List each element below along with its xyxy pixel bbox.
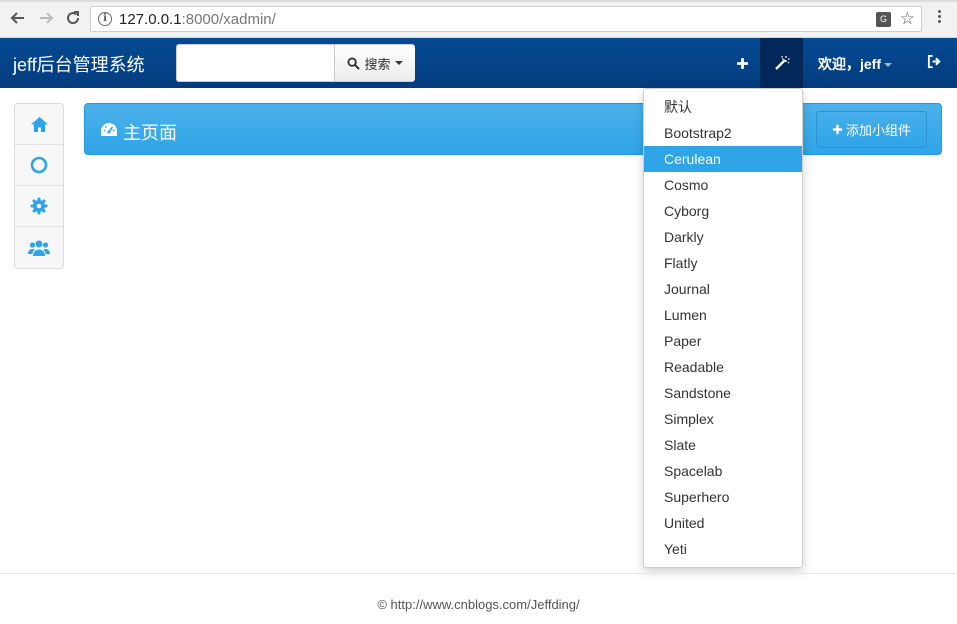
search-icon: [347, 56, 361, 70]
footer: © http://www.cnblogs.com/Jeffding/: [0, 573, 957, 624]
theme-item-readable[interactable]: Readable: [644, 354, 802, 380]
gear-icon: [30, 197, 48, 215]
theme-item-yeti[interactable]: Yeti: [644, 536, 802, 562]
theme-item-bootstrap2[interactable]: Bootstrap2: [644, 120, 802, 146]
sidebar-item-circle[interactable]: [15, 145, 63, 186]
url-text[interactable]: 127.0.0.1:8000/xadmin/: [119, 11, 276, 28]
sidebar-item-settings[interactable]: [15, 186, 63, 227]
side-nav: [14, 103, 64, 269]
forward-button[interactable]: [36, 8, 56, 28]
back-button[interactable]: [8, 8, 28, 28]
magic-wand-icon: [774, 56, 789, 70]
welcome-text: 欢迎，jeff: [818, 56, 881, 72]
footer-link[interactable]: © http://www.cnblogs.com/Jeffding/: [0, 597, 957, 612]
theme-item-superhero[interactable]: Superhero: [644, 484, 802, 510]
user-menu[interactable]: 欢迎，jeff: [818, 54, 892, 74]
add-widget-label: 添加小组件: [845, 123, 911, 138]
bookmark-star-icon[interactable]: ☆: [900, 9, 915, 29]
theme-item-cerulean[interactable]: Cerulean: [644, 146, 802, 172]
dashboard-icon: [101, 123, 117, 136]
theme-item-simplex[interactable]: Simplex: [644, 406, 802, 432]
search-label: 搜索: [364, 56, 391, 72]
info-icon[interactable]: i: [98, 12, 112, 26]
sidebar-item-users[interactable]: [15, 227, 63, 268]
theme-dropdown-menu: 默认 Bootstrap2 Cerulean Cosmo Cyborg Dark…: [643, 88, 803, 568]
theme-switcher-button[interactable]: [760, 38, 803, 88]
search-input[interactable]: [177, 45, 334, 81]
translate-icon[interactable]: G: [876, 12, 891, 27]
arrow-left-icon: [10, 12, 24, 24]
theme-item-paper[interactable]: Paper: [644, 328, 802, 354]
tab-strip: [0, 0, 957, 2]
arrow-right-icon: [40, 12, 54, 24]
browser-menu-icon[interactable]: [934, 8, 944, 28]
theme-item-sandstone[interactable]: Sandstone: [644, 380, 802, 406]
caret-down-icon: [394, 61, 403, 65]
users-icon: [28, 240, 50, 256]
brand-title[interactable]: jeff后台管理系统: [13, 51, 145, 77]
theme-item-united[interactable]: United: [644, 510, 802, 536]
sidebar-item-home[interactable]: [15, 104, 63, 145]
logout-button[interactable]: [927, 54, 943, 72]
home-icon: [30, 116, 48, 132]
circle-icon: [30, 156, 48, 174]
theme-item-flatly[interactable]: Flatly: [644, 250, 802, 276]
search-button[interactable]: 搜索: [334, 45, 415, 81]
theme-item-default[interactable]: 默认: [644, 94, 802, 120]
theme-item-cyborg[interactable]: Cyborg: [644, 198, 802, 224]
add-button[interactable]: [724, 38, 760, 88]
theme-item-darkly[interactable]: Darkly: [644, 224, 802, 250]
browser-toolbar: i 127.0.0.1:8000/xadmin/ G ☆: [0, 0, 957, 38]
theme-item-lumen[interactable]: Lumen: [644, 302, 802, 328]
sign-out-icon: [927, 54, 941, 69]
plus-icon: [832, 124, 843, 135]
search-group: 搜索: [176, 44, 415, 82]
add-widget-button[interactable]: 添加小组件: [816, 111, 927, 148]
theme-item-journal[interactable]: Journal: [644, 276, 802, 302]
reload-button[interactable]: [63, 8, 83, 28]
reload-icon: [67, 11, 80, 25]
plus-icon: [736, 57, 748, 69]
theme-item-spacelab[interactable]: Spacelab: [644, 458, 802, 484]
theme-item-cosmo[interactable]: Cosmo: [644, 172, 802, 198]
top-navbar: jeff后台管理系统 搜索 欢迎，jeff: [0, 38, 957, 88]
theme-item-slate[interactable]: Slate: [644, 432, 802, 458]
address-bar[interactable]: i 127.0.0.1:8000/xadmin/ G ☆: [90, 6, 922, 32]
page-title: 主页面: [123, 123, 177, 143]
caret-down-icon: [884, 63, 892, 68]
page-header: 主页面 添加小组件: [84, 103, 942, 155]
